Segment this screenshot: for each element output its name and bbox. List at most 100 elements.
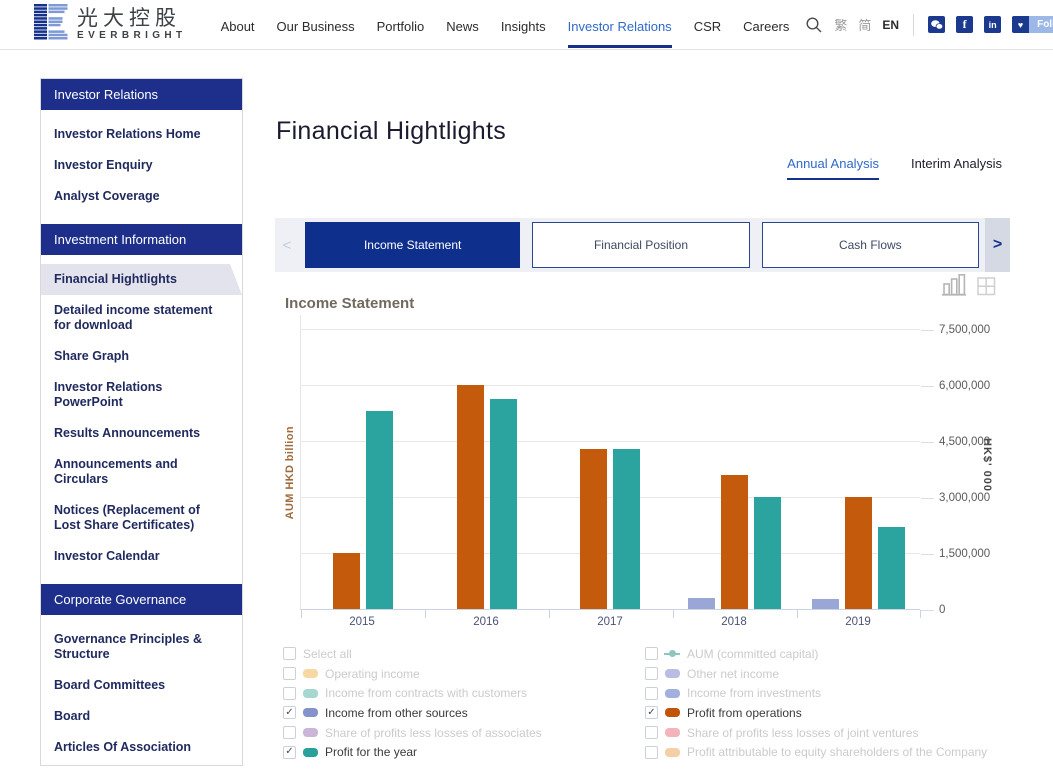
sidebar-item-results-announcements[interactable]: Results Announcements bbox=[41, 418, 242, 449]
legend-swatch bbox=[665, 708, 680, 717]
income-statement-chart: AUM HKD billion HK$' 000 7,500,0006,000,… bbox=[275, 310, 1010, 650]
sidebar-item-investor-calendar[interactable]: Investor Calendar bbox=[41, 541, 242, 572]
everbright-logo[interactable]: 光大控股 EVERBRIGHT bbox=[34, 4, 187, 45]
y-tick-label: 4,500,000 bbox=[939, 436, 990, 448]
legend-label: Share of profits less losses of joint ve… bbox=[687, 726, 918, 740]
nav-careers[interactable]: Careers bbox=[743, 2, 789, 48]
nav-our-business[interactable]: Our Business bbox=[277, 2, 355, 48]
linkedin-icon[interactable]: in bbox=[984, 16, 1001, 33]
legend-item-profit-from-operations[interactable]: ✓Profit from operations bbox=[645, 703, 1053, 723]
sidebar-section-corporate-governance[interactable]: Corporate Governance bbox=[41, 584, 242, 615]
sidebar-item-procedures-for-shareholders-to-propose-a-person-for-election-as-a-director[interactable]: Procedures for shareholders to propose a… bbox=[41, 763, 242, 766]
checkbox-income-from-contracts-with-customers[interactable] bbox=[283, 687, 296, 700]
bar-group-2017 bbox=[549, 314, 673, 609]
y-tick-label: 1,500,000 bbox=[939, 548, 990, 560]
legend-item-aum-committed-capital[interactable]: AUM (committed capital) bbox=[645, 644, 1053, 664]
lang-traditional-chinese[interactable]: 繁 bbox=[834, 15, 847, 34]
tab-interim-analysis[interactable]: Interim Analysis bbox=[911, 156, 1002, 180]
heart-icon: ♥ bbox=[1012, 16, 1029, 33]
nav-insights[interactable]: Insights bbox=[501, 2, 546, 48]
checkbox-select-all[interactable] bbox=[283, 647, 296, 660]
sidebar-item-analyst-coverage[interactable]: Analyst Coverage bbox=[41, 181, 242, 212]
nav-portfolio[interactable]: Portfolio bbox=[377, 2, 425, 48]
facebook-icon[interactable]: f bbox=[956, 16, 973, 33]
lang-english[interactable]: EN bbox=[882, 18, 899, 32]
legend-item-income-from-investments[interactable]: Income from investments bbox=[645, 683, 1053, 703]
logo-english: EVERBRIGHT bbox=[77, 31, 187, 41]
checkbox-share-of-profits-less-losses-of-joint-ventures[interactable] bbox=[645, 726, 658, 739]
sidebar-list: Investor Relations HomeInvestor EnquiryA… bbox=[41, 110, 242, 224]
sidebar-item-investor-relations-powerpoint[interactable]: Investor Relations PowerPoint bbox=[41, 372, 242, 418]
checkbox-other-net-income[interactable] bbox=[645, 667, 658, 680]
checkbox-profit-for-the-year[interactable]: ✓ bbox=[283, 746, 296, 759]
bar-group-2018 bbox=[672, 314, 796, 609]
sidebar-item-announcements-and-circulars[interactable]: Announcements and Circulars bbox=[41, 449, 242, 495]
y-tick-label: 6,000,000 bbox=[939, 380, 990, 392]
sidebar-item-share-graph[interactable]: Share Graph bbox=[41, 341, 242, 372]
everbright-ir-page: 光大控股 EVERBRIGHT About Our Business Portfol… bbox=[0, 0, 1053, 770]
sidebar-item-detailed-income-statement-for-download[interactable]: Detailed income statement for download bbox=[41, 295, 242, 341]
legend-swatch bbox=[303, 728, 318, 737]
statement-tab-cash-flows[interactable]: Cash Flows bbox=[762, 222, 979, 268]
checkbox-income-from-other-sources[interactable]: ✓ bbox=[283, 706, 296, 719]
statement-carousel: < Income Statement Financial Position Cash… bbox=[275, 218, 1010, 272]
sidebar-section-investment-information[interactable]: Investment Information bbox=[41, 224, 242, 255]
legend-label: Share of profits less losses of associat… bbox=[325, 726, 542, 740]
nav-news[interactable]: News bbox=[446, 2, 479, 48]
legend-item-other-net-income[interactable]: Other net income bbox=[645, 664, 1053, 684]
carousel-next-button[interactable]: > bbox=[985, 218, 1010, 272]
sidebar-item-financial-hightlights[interactable]: Financial Hightlights bbox=[41, 264, 242, 295]
lang-simplified-chinese[interactable]: 简 bbox=[858, 15, 871, 34]
bar-chart-view-icon[interactable] bbox=[942, 274, 967, 301]
follow-us-button[interactable]: ♥ Follow Us bbox=[1012, 16, 1053, 33]
nav-about[interactable]: About bbox=[221, 2, 255, 48]
sidebar-item-governance-principles-structure[interactable]: Governance Principles & Structure bbox=[41, 624, 242, 670]
y-tick-label: 3,000,000 bbox=[939, 492, 990, 504]
statement-tab-income-statement[interactable]: Income Statement bbox=[305, 222, 520, 268]
legend-item-income-from-contracts-with-customers[interactable]: Income from contracts with customers bbox=[283, 683, 638, 703]
legend-item-profit-for-the-year[interactable]: ✓Profit for the year bbox=[283, 742, 638, 762]
legend-item-share-of-profits-less-losses-of-joint-ventures[interactable]: Share of profits less losses of joint ve… bbox=[645, 723, 1053, 743]
nav-investor-relations[interactable]: Investor Relations bbox=[568, 2, 672, 48]
sidebar-item-investor-relations-home[interactable]: Investor Relations Home bbox=[41, 119, 242, 150]
x-tick-label-2015: 2015 bbox=[300, 616, 424, 628]
checkbox-aum-committed-capital[interactable] bbox=[645, 647, 658, 660]
legend-item-operating-income[interactable]: Operating income bbox=[283, 664, 638, 684]
bar-group-2015 bbox=[301, 314, 425, 609]
wechat-icon[interactable] bbox=[928, 16, 945, 33]
x-tick-label-2019: 2019 bbox=[796, 616, 920, 628]
legend-item-share-of-profits-less-losses-of-associates[interactable]: Share of profits less losses of associat… bbox=[283, 723, 638, 743]
page-title: Financial Hightlights bbox=[276, 117, 506, 146]
follow-us-label: Follow Us bbox=[1029, 19, 1053, 30]
sidebar-item-notices-replacement-of-lost-share-certificates[interactable]: Notices (Replacement of Lost Share Certi… bbox=[41, 495, 242, 541]
bar-profit-for-the-year-2015 bbox=[366, 411, 393, 609]
sidebar-item-investor-enquiry[interactable]: Investor Enquiry bbox=[41, 150, 242, 181]
legend-item-income-from-other-sources[interactable]: ✓Income from other sources bbox=[283, 703, 638, 723]
analysis-tabs: Annual Analysis Interim Analysis bbox=[787, 156, 1002, 180]
legend-label: Select all bbox=[303, 647, 352, 661]
legend-label: Other net income bbox=[687, 667, 779, 681]
sidebar-section-investor-relations[interactable]: Investor Relations bbox=[41, 79, 242, 110]
sidebar-item-articles-of-association[interactable]: Articles Of Association bbox=[41, 732, 242, 763]
bar-groups bbox=[301, 314, 920, 609]
legend-item-select-all[interactable]: Select all bbox=[283, 644, 638, 664]
checkbox-income-from-investments[interactable] bbox=[645, 687, 658, 700]
nav-csr[interactable]: CSR bbox=[694, 2, 721, 48]
bar-group-2016 bbox=[425, 314, 549, 609]
statement-tab-financial-position[interactable]: Financial Position bbox=[532, 222, 749, 268]
carousel-prev-button[interactable]: < bbox=[275, 237, 299, 254]
table-view-icon[interactable] bbox=[977, 277, 996, 301]
checkbox-share-of-profits-less-losses-of-associates[interactable] bbox=[283, 726, 296, 739]
search-icon[interactable] bbox=[805, 16, 823, 34]
logo-chinese: 光大控股 bbox=[77, 8, 187, 29]
checkbox-profit-from-operations[interactable]: ✓ bbox=[645, 706, 658, 719]
checkbox-operating-income[interactable] bbox=[283, 667, 296, 680]
legend-item-profit-attributable-to-equity-shareholders-of-the-company[interactable]: Profit attributable to equity shareholde… bbox=[645, 742, 1053, 762]
sidebar-item-board-committees[interactable]: Board Committees bbox=[41, 670, 242, 701]
legend-swatch bbox=[665, 669, 680, 678]
tab-annual-analysis[interactable]: Annual Analysis bbox=[787, 156, 879, 180]
checkbox-profit-attributable-to-equity-shareholders-of-the-company[interactable] bbox=[645, 746, 658, 759]
header-tools: 繁 简 EN f in ♥ Follow Us bbox=[805, 14, 1053, 36]
legend-column-right: AUM (committed capital) Other net income I… bbox=[645, 644, 1053, 762]
sidebar-item-board[interactable]: Board bbox=[41, 701, 242, 732]
